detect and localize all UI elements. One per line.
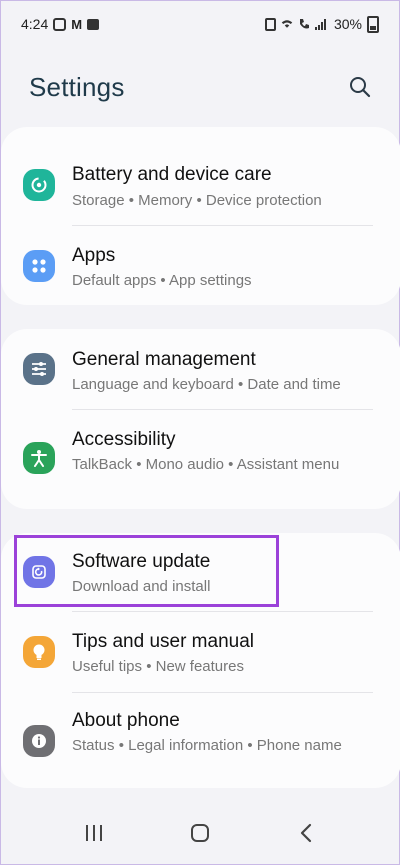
status-time: 4:24 xyxy=(21,16,49,32)
general-management-item[interactable]: General management Language and keyboard… xyxy=(1,329,400,409)
home-button[interactable] xyxy=(180,813,220,853)
lock-icon xyxy=(264,17,276,31)
tips-user-manual-title: Tips and user manual xyxy=(72,631,255,652)
battery-device-care-title: Battery and device care xyxy=(72,164,272,185)
apps-subtitle: Default apps • App settings xyxy=(72,272,252,289)
battery-percent: 30% xyxy=(333,16,362,32)
signal-icon xyxy=(314,18,329,30)
status-right: 30% xyxy=(264,15,379,33)
page-title: Settings xyxy=(29,71,125,102)
info-icon xyxy=(23,725,55,757)
settings-group-3: Software update Download and install Tip… xyxy=(1,533,400,788)
software-update-title: Software update xyxy=(72,551,211,572)
header: Settings xyxy=(1,47,399,127)
accessibility-title: Accessibility xyxy=(72,429,176,450)
battery-device-care-subtitle: Storage • Memory • Device protection xyxy=(72,192,322,209)
battery-icon xyxy=(367,15,379,33)
tips-user-manual-subtitle: Useful tips • New features xyxy=(72,658,244,675)
general-management-subtitle: Language and keyboard • Date and time xyxy=(72,376,341,393)
status-bar: 4:24 M 30% xyxy=(1,1,399,47)
software-update-item[interactable]: Software update Download and install xyxy=(1,533,400,611)
battery-care-icon xyxy=(23,169,55,201)
settings-group-2: General management Language and keyboard… xyxy=(1,329,400,509)
tips-user-manual-item[interactable]: Tips and user manual Useful tips • New f… xyxy=(1,612,400,692)
software-update-icon xyxy=(23,556,55,588)
recent-apps-button[interactable] xyxy=(74,813,114,853)
lightbulb-icon xyxy=(23,636,55,668)
back-button[interactable] xyxy=(286,813,326,853)
about-phone-item[interactable]: About phone Status • Legal information •… xyxy=(1,693,400,788)
sliders-icon xyxy=(23,353,55,385)
search-button[interactable] xyxy=(345,72,375,102)
software-update-subtitle: Download and install xyxy=(72,578,211,595)
battery-device-care-item[interactable]: Battery and device care Storage • Memory… xyxy=(1,127,400,225)
instagram-icon xyxy=(53,17,67,31)
apps-title: Apps xyxy=(72,245,116,266)
gmail-icon: M xyxy=(71,16,83,32)
navigation-bar xyxy=(1,802,399,864)
settings-group-1: Battery and device care Storage • Memory… xyxy=(1,127,400,305)
apps-icon xyxy=(23,250,55,282)
about-phone-title: About phone xyxy=(72,710,180,731)
accessibility-subtitle: TalkBack • Mono audio • Assistant menu xyxy=(72,456,340,473)
gallery-icon xyxy=(87,18,100,30)
call-icon xyxy=(299,19,309,29)
search-icon xyxy=(350,77,371,98)
recent-apps-icon xyxy=(86,825,102,841)
about-phone-subtitle: Status • Legal information • Phone name xyxy=(72,737,342,754)
wifi-icon xyxy=(281,20,293,28)
accessibility-item[interactable]: Accessibility TalkBack • Mono audio • As… xyxy=(1,410,400,509)
home-icon xyxy=(191,824,209,842)
status-left: 4:24 M xyxy=(21,16,100,32)
back-icon xyxy=(300,823,312,843)
apps-item[interactable]: Apps Default apps • App settings xyxy=(1,226,400,305)
general-management-title: General management xyxy=(72,349,256,370)
accessibility-icon xyxy=(23,442,55,474)
